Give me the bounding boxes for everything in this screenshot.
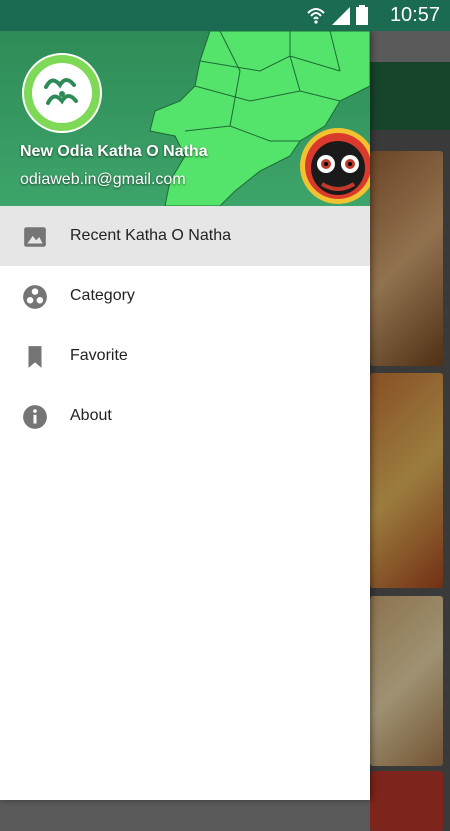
navigation-drawer: New Odia Katha O Natha odiaweb.in@gmail.…: [0, 31, 370, 800]
menu-item-label: About: [70, 407, 112, 424]
drawer-menu: Recent Katha O Natha Category Favorite A…: [0, 206, 370, 446]
menu-item-favorite[interactable]: Favorite: [0, 326, 370, 386]
menu-item-label: Favorite: [70, 347, 128, 364]
menu-item-about[interactable]: About: [0, 386, 370, 446]
signal-icon: [332, 7, 350, 25]
logo-glyph-icon: [44, 78, 78, 105]
menu-item-category[interactable]: Category: [0, 266, 370, 326]
bookmark-icon: [28, 346, 42, 368]
app-logo-mark: [32, 63, 92, 123]
status-icons: [306, 5, 368, 25]
drawer-email: odiaweb.in@gmail.com: [20, 171, 186, 188]
jagannath-image: [300, 128, 370, 204]
status-bar: 10:57: [0, 0, 450, 31]
info-icon: [23, 405, 47, 429]
menu-item-label: Recent Katha O Natha: [70, 227, 231, 244]
category-icon: [23, 285, 47, 309]
status-time: 10:57: [389, 4, 440, 26]
drawer-title: New Odia Katha O Natha: [20, 143, 208, 160]
menu-item-recent[interactable]: Recent Katha O Natha: [0, 206, 370, 266]
app-logo: [22, 53, 102, 133]
drawer-scrim[interactable]: [370, 62, 450, 831]
image-icon: [24, 227, 46, 247]
drawer-header: New Odia Katha O Natha odiaweb.in@gmail.…: [0, 31, 370, 206]
wifi-icon: [307, 8, 325, 24]
battery-icon: [356, 5, 368, 25]
menu-item-label: Category: [70, 287, 135, 304]
